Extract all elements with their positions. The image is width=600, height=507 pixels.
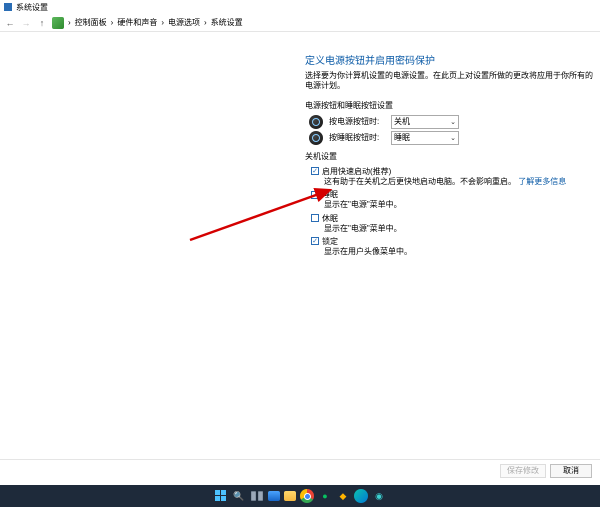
file-explorer-icon[interactable] xyxy=(284,491,296,501)
power-button-label: 按电源按钮时: xyxy=(329,116,385,127)
sleep-title: 睡眠 xyxy=(322,189,338,200)
window-title: 系统设置 xyxy=(16,2,48,13)
hibernate-title: 休眠 xyxy=(322,213,338,224)
nav-back-button[interactable]: ← xyxy=(4,17,16,29)
app-icon[interactable]: ◆ xyxy=(336,489,350,503)
hibernate-desc: 显示在"电源"菜单中。 xyxy=(324,224,594,234)
sleep-desc: 显示在"电源"菜单中。 xyxy=(324,200,594,210)
chrome-icon[interactable] xyxy=(300,489,314,503)
sleep-button-select[interactable]: 睡眠 ⌄ xyxy=(391,131,459,145)
search-icon[interactable]: 🔍 xyxy=(232,489,246,503)
option-lock: 锁定 显示在用户头像菜单中。 xyxy=(311,236,594,257)
section-power-buttons-title: 电源按钮和睡眠按钮设置 xyxy=(305,100,594,111)
wechat-icon[interactable]: ● xyxy=(318,489,332,503)
breadcrumb-current: 系统设置 xyxy=(211,17,243,28)
widgets-icon[interactable] xyxy=(268,491,280,501)
title-bar: 系统设置 xyxy=(0,0,600,14)
nav-forward-button[interactable]: → xyxy=(20,17,32,29)
chevron-down-icon: ⌄ xyxy=(450,134,456,142)
lock-desc: 显示在用户头像菜单中。 xyxy=(324,247,594,257)
option-hibernate: 休眠 显示在"电源"菜单中。 xyxy=(311,213,594,234)
option-sleep: 睡眠 显示在"电源"菜单中。 xyxy=(311,189,594,210)
learn-more-link[interactable]: 了解更多信息 xyxy=(518,177,566,186)
lock-title: 锁定 xyxy=(322,236,338,247)
sleep-button-select-value: 睡眠 xyxy=(394,132,410,143)
task-view-icon[interactable] xyxy=(250,489,264,503)
breadcrumb-l2[interactable]: 电源选项 xyxy=(168,17,200,28)
fast-startup-desc: 这有助于在关机之后更快地启动电脑。不会影响重启。 xyxy=(324,177,516,186)
nav-row: ← → ↑ › 控制面板 › 硬件和声音 › 电源选项 › 系统设置 xyxy=(0,14,600,32)
start-icon[interactable] xyxy=(214,489,228,503)
main-content: 定义电源按钮并启用密码保护 选择要为你计算机设置的电源设置。在此页上对设置所做的… xyxy=(305,52,594,259)
control-panel-icon xyxy=(52,17,64,29)
nav-up-button[interactable]: ↑ xyxy=(36,17,48,29)
page-subtext: 选择要为你计算机设置的电源设置。在此页上对设置所做的更改将应用于你所有的电源计划… xyxy=(305,71,594,92)
lock-checkbox[interactable] xyxy=(311,237,319,245)
edge-icon[interactable] xyxy=(354,489,368,503)
window-icon xyxy=(4,3,12,11)
save-button[interactable]: 保存修改 xyxy=(500,464,546,478)
app-icon-2[interactable]: ◉ xyxy=(372,489,386,503)
taskbar: 🔍 ● ◆ ◉ xyxy=(0,485,600,507)
chevron-down-icon: ⌄ xyxy=(450,118,456,126)
breadcrumb-root[interactable]: 控制面板 xyxy=(75,17,107,28)
breadcrumb-sep: › xyxy=(68,18,71,27)
power-button-select-value: 关机 xyxy=(394,116,410,127)
sleep-button-label: 按睡眠按钮时: xyxy=(329,132,385,143)
hibernate-checkbox[interactable] xyxy=(311,214,319,222)
sleep-button-row: 按睡眠按钮时: 睡眠 ⌄ xyxy=(309,131,594,145)
option-fast-startup: 启用快速启动(推荐) 这有助于在关机之后更快地启动电脑。不会影响重启。 了解更多… xyxy=(311,166,594,187)
breadcrumb-l1[interactable]: 硬件和声音 xyxy=(117,17,157,28)
page-heading: 定义电源按钮并启用密码保护 xyxy=(305,52,594,67)
fast-startup-checkbox[interactable] xyxy=(311,167,319,175)
breadcrumb-sep: › xyxy=(111,18,114,27)
section-shutdown-title: 关机设置 xyxy=(305,151,594,162)
power-button-select[interactable]: 关机 ⌄ xyxy=(391,115,459,129)
power-icon xyxy=(309,115,323,129)
fast-startup-title: 启用快速启动(推荐) xyxy=(322,166,391,177)
sleep-checkbox[interactable] xyxy=(311,191,319,199)
footer: 保存修改 取消 xyxy=(0,459,600,481)
cancel-button[interactable]: 取消 xyxy=(550,464,592,478)
breadcrumb-sep: › xyxy=(161,18,164,27)
sleep-icon xyxy=(309,131,323,145)
breadcrumb-sep: › xyxy=(204,18,207,27)
power-button-row: 按电源按钮时: 关机 ⌄ xyxy=(309,115,594,129)
